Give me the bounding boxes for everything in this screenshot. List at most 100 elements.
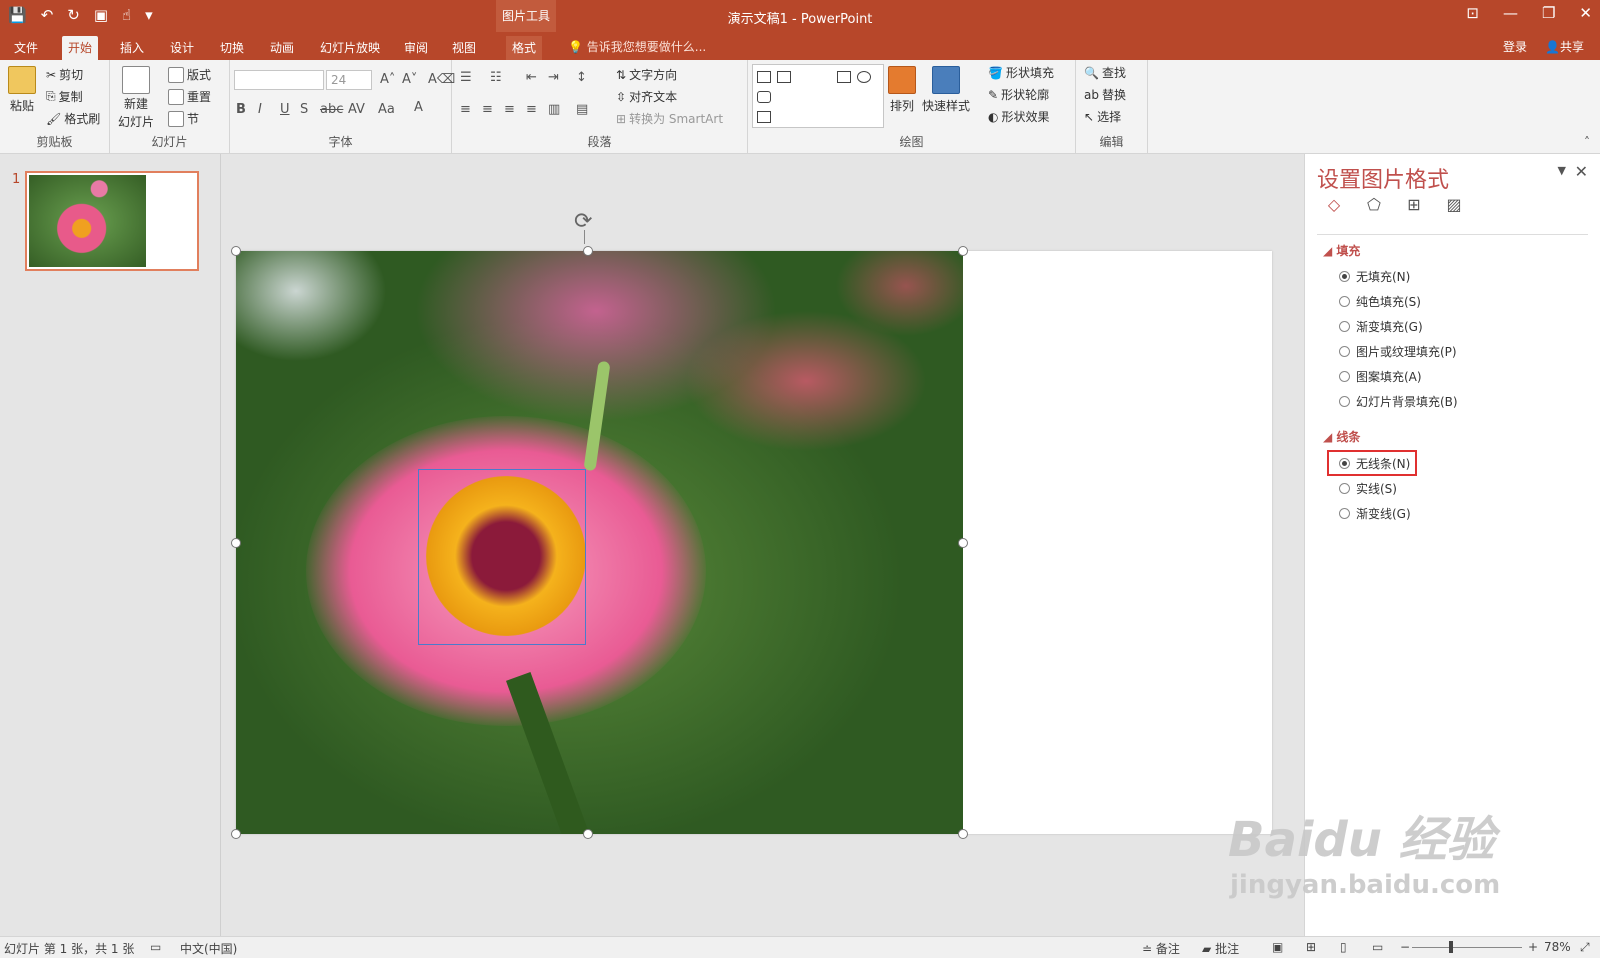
reset-button[interactable]: 重置 — [168, 88, 211, 105]
copy-button[interactable]: ⎘ 复制 — [46, 88, 83, 105]
tab-view[interactable]: 视图 — [446, 36, 482, 60]
change-case-icon[interactable]: Aa — [378, 102, 395, 117]
fill-option-picture[interactable]: 图片或纹理填充(P) — [1339, 343, 1457, 360]
arrange-button[interactable]: 排列 — [888, 66, 916, 114]
distribute-icon[interactable]: ▥ — [548, 102, 560, 117]
line-spacing-icon[interactable]: ↕ — [576, 70, 587, 85]
rectangle-shape-icon[interactable] — [837, 71, 851, 83]
rounded-rect-shape-icon[interactable] — [757, 91, 771, 103]
tab-format[interactable]: 格式 — [506, 36, 543, 60]
new-slide-button[interactable]: 新建 幻灯片 — [118, 66, 154, 130]
line-option-gradient[interactable]: 渐变线(G) — [1339, 505, 1411, 522]
resize-handle-sw[interactable] — [231, 829, 241, 839]
notes-button[interactable]: ≐ 备注 — [1142, 940, 1180, 957]
picture-icon[interactable]: ▨ — [1443, 194, 1465, 214]
ribbon-display-icon[interactable]: ⊡ — [1466, 4, 1479, 22]
effects-pentagon-icon[interactable]: ⬠ — [1363, 194, 1385, 214]
freeform-shape-icon[interactable] — [757, 111, 771, 123]
shape-outline-button[interactable]: ✎ 形状轮廓 — [988, 86, 1049, 103]
tab-slideshow[interactable]: 幻灯片放映 — [314, 36, 386, 60]
select-button[interactable]: ↖ 选择 — [1084, 108, 1121, 125]
zoom-out-icon[interactable]: − — [1400, 940, 1410, 954]
collapse-ribbon-icon[interactable]: ˄ — [1584, 135, 1590, 149]
zoom-slider-track[interactable] — [1412, 947, 1522, 948]
login-link[interactable]: 登录 — [1503, 38, 1527, 55]
normal-view-icon[interactable]: ▣ — [1272, 940, 1283, 954]
strikethrough-icon[interactable]: abc — [320, 102, 343, 117]
font-name-input[interactable] — [234, 70, 324, 90]
fill-option-solid[interactable]: 纯色填充(S) — [1339, 293, 1421, 310]
resize-handle-w[interactable] — [231, 538, 241, 548]
pane-close-icon[interactable]: ✕ — [1575, 162, 1588, 181]
align-text-button[interactable]: ⇳ 对齐文本 — [616, 88, 677, 105]
reading-view-icon[interactable]: ▯ — [1340, 940, 1347, 954]
find-button[interactable]: 🔍 查找 — [1084, 64, 1126, 81]
tell-me-search[interactable]: 💡 告诉我您想要做什么... — [568, 38, 706, 55]
size-properties-icon[interactable]: ⊞ — [1403, 194, 1425, 214]
fill-section-header[interactable]: ◢ 填充 — [1323, 242, 1360, 259]
vertical-textbox-shape-icon[interactable] — [777, 71, 791, 83]
resize-handle-s[interactable] — [583, 829, 593, 839]
spellcheck-icon[interactable]: ▭ — [150, 940, 161, 954]
underline-icon[interactable]: U — [280, 102, 290, 117]
fill-line-icon[interactable]: ◇ — [1323, 194, 1345, 214]
char-spacing-icon[interactable]: AV — [348, 102, 365, 117]
shrink-font-icon[interactable]: A˅ — [402, 72, 417, 87]
flower-picture[interactable] — [236, 251, 963, 834]
tab-transitions[interactable]: 切换 — [214, 36, 250, 60]
increase-indent-icon[interactable]: ⇥ — [548, 70, 559, 85]
bold-icon[interactable]: B — [236, 102, 246, 117]
numbering-icon[interactable]: ☷ — [490, 70, 502, 85]
textbox-shape-icon[interactable] — [757, 71, 771, 83]
shape-fill-button[interactable]: 🪣 形状填充 — [988, 64, 1054, 81]
fill-option-none[interactable]: 无填充(N) — [1339, 268, 1410, 285]
fill-option-gradient[interactable]: 渐变填充(G) — [1339, 318, 1423, 335]
slide-thumbnail[interactable] — [25, 171, 199, 271]
zoom-level[interactable]: 78% — [1544, 940, 1571, 954]
minimize-icon[interactable]: — — [1503, 4, 1518, 22]
shape-effects-button[interactable]: ◐ 形状效果 — [988, 108, 1050, 125]
convert-smartart-button[interactable]: ⊞ 转换为 SmartArt — [616, 110, 723, 127]
section-button[interactable]: 节 — [168, 110, 199, 127]
paste-button[interactable]: 粘贴 — [8, 66, 36, 114]
line-option-solid[interactable]: 实线(S) — [1339, 480, 1397, 497]
shapes-gallery[interactable] — [752, 64, 884, 128]
resize-handle-se[interactable] — [958, 829, 968, 839]
format-painter-button[interactable]: 🖌 格式刷 — [46, 110, 100, 127]
grow-font-icon[interactable]: A˄ — [380, 72, 395, 87]
layout-button[interactable]: 版式 — [168, 66, 211, 83]
line-option-none[interactable]: 无线条(N) — [1339, 455, 1410, 472]
font-size-input[interactable]: 24 — [326, 70, 372, 90]
fit-slide-icon[interactable]: ⤢ — [1580, 940, 1590, 955]
slide[interactable] — [236, 251, 1272, 834]
line-section-header[interactable]: ◢ 线条 — [1323, 428, 1360, 445]
font-color-icon[interactable]: A — [414, 100, 423, 115]
oval-shape-icon[interactable] — [857, 71, 871, 83]
quick-styles-button[interactable]: 快速样式 — [922, 66, 970, 114]
align-center-icon[interactable]: ≡ — [482, 102, 493, 117]
cut-button[interactable]: ✂ 剪切 — [46, 66, 83, 83]
decrease-indent-icon[interactable]: ⇤ — [526, 70, 537, 85]
shadow-icon[interactable]: S — [300, 102, 308, 117]
tab-design[interactable]: 设计 — [164, 36, 200, 60]
text-direction-button[interactable]: ⇅ 文字方向 — [616, 66, 677, 83]
bullets-icon[interactable]: ☰ — [460, 70, 472, 85]
italic-icon[interactable]: I — [258, 102, 262, 117]
resize-handle-nw[interactable] — [231, 246, 241, 256]
tab-file[interactable]: 文件 — [8, 36, 44, 60]
zoom-slider-thumb[interactable] — [1449, 941, 1453, 953]
tab-animations[interactable]: 动画 — [264, 36, 300, 60]
comments-button[interactable]: ▰ 批注 — [1202, 940, 1239, 957]
tab-insert[interactable]: 插入 — [114, 36, 150, 60]
restore-icon[interactable]: ❐ — [1542, 4, 1555, 22]
slideshow-view-icon[interactable]: ▭ — [1372, 940, 1383, 954]
fill-option-slide-background[interactable]: 幻灯片背景填充(B) — [1339, 393, 1458, 410]
language-indicator[interactable]: 中文(中国) — [180, 940, 237, 957]
resize-handle-n[interactable] — [583, 246, 593, 256]
columns-icon[interactable]: ▤ — [576, 102, 588, 117]
share-button[interactable]: 👤共享 — [1545, 38, 1584, 55]
fill-option-pattern[interactable]: 图案填充(A) — [1339, 368, 1422, 385]
justify-icon[interactable]: ≡ — [526, 102, 537, 117]
tab-home[interactable]: 开始 — [62, 36, 99, 60]
pane-options-icon[interactable]: ▼ — [1558, 164, 1566, 177]
